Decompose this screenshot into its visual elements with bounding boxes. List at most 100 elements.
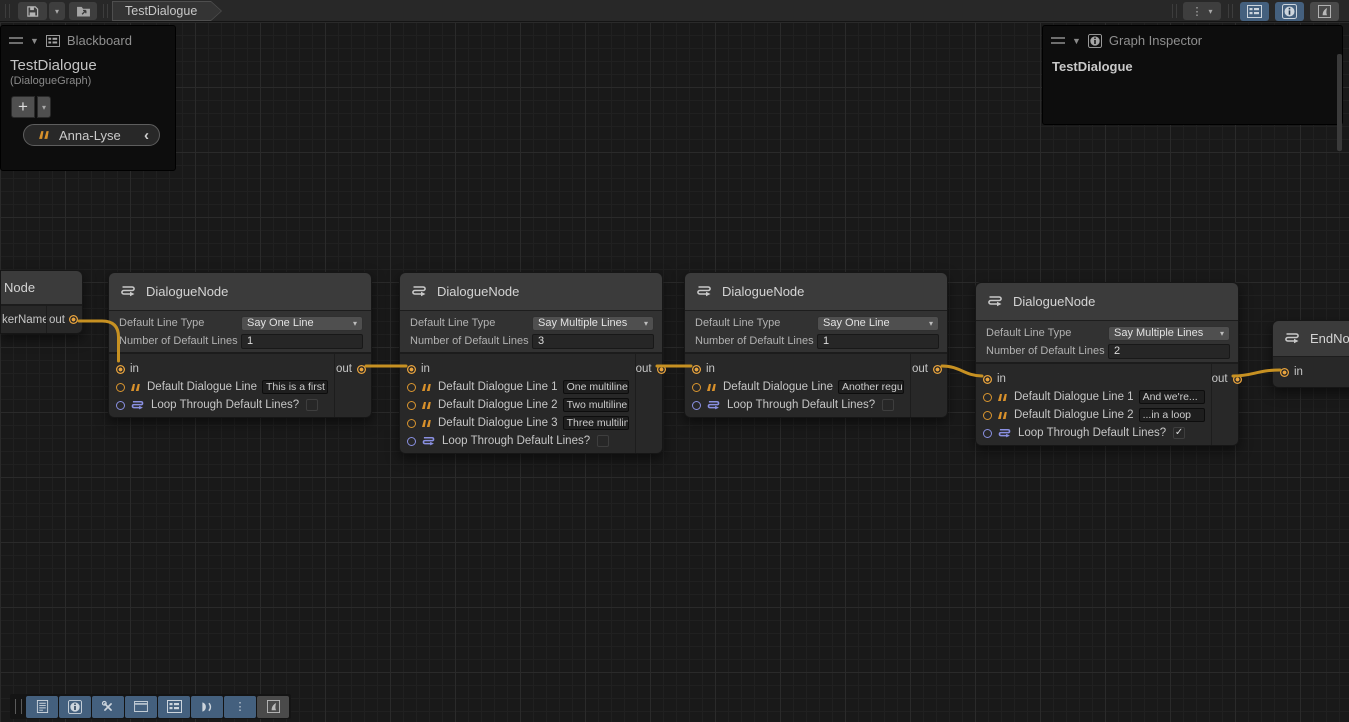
drag-handle-icon[interactable] bbox=[1051, 37, 1065, 44]
dialogue-line-field[interactable]: Three multilin bbox=[563, 416, 629, 430]
num-lines-field[interactable]: 2 bbox=[1108, 344, 1230, 359]
toolbar-divider bbox=[103, 4, 108, 18]
toolbar-drag-handle[interactable] bbox=[15, 699, 22, 714]
dialogue-node-3[interactable]: DialogueNode Default Line Type Say One L… bbox=[684, 272, 948, 418]
dialogue-line-label: Default Dialogue Line 3 bbox=[438, 417, 558, 429]
speaker-name-node[interactable]: Node kerName out bbox=[0, 270, 83, 334]
dialogue-line-label: Default Dialogue Line 2 bbox=[1014, 409, 1134, 421]
node-title-bar[interactable]: DialogueNode bbox=[685, 273, 947, 311]
node-title-bar[interactable]: DialogueNode bbox=[976, 283, 1238, 321]
open-asset-button[interactable] bbox=[69, 2, 97, 20]
line-type-dropdown[interactable]: Say One Line ▾ bbox=[241, 316, 363, 331]
blackboard-panel[interactable]: ▼ Blackboard TestDialogue (DialogueGraph… bbox=[0, 25, 176, 171]
graph-tab[interactable]: TestDialogue bbox=[112, 1, 222, 21]
kebab-icon: ⋮ bbox=[1191, 5, 1202, 18]
inspector-graph-name: TestDialogue bbox=[1043, 53, 1342, 80]
add-property-button[interactable]: + bbox=[11, 96, 35, 118]
dialogue-line-field[interactable]: Another regu bbox=[838, 380, 904, 394]
out-port[interactable] bbox=[933, 365, 942, 374]
loop-checkbox[interactable] bbox=[882, 399, 894, 411]
loop-label: Loop Through Default Lines? bbox=[151, 399, 299, 411]
dialogue-line-field[interactable]: ...in a loop bbox=[1139, 408, 1205, 422]
num-lines-field[interactable]: 1 bbox=[241, 334, 363, 349]
line-type-dropdown[interactable]: Say Multiple Lines ▾ bbox=[1108, 326, 1230, 341]
add-property-options-button[interactable]: ▾ bbox=[37, 96, 51, 118]
dialogue-line-field[interactable]: One multiline bbox=[563, 380, 629, 394]
node-title-bar[interactable]: DialogueNode bbox=[109, 273, 371, 311]
dialogue-node-1[interactable]: DialogueNode Default Line Type Say One L… bbox=[108, 272, 372, 418]
toggle-blackboard-button[interactable] bbox=[158, 696, 190, 718]
in-port[interactable] bbox=[407, 365, 416, 374]
collapse-icon[interactable]: ‹ bbox=[144, 127, 149, 144]
end-node[interactable]: EndNode in bbox=[1272, 320, 1349, 388]
dialogue-line-port[interactable] bbox=[983, 411, 992, 420]
dialogue-line-field[interactable]: Two multiline bbox=[563, 398, 629, 412]
graph-inspector-panel[interactable]: ▼ Graph Inspector TestDialogue bbox=[1042, 25, 1343, 125]
dialogue-node-4[interactable]: DialogueNode Default Line Type Say Multi… bbox=[975, 282, 1239, 446]
inspector-title: Graph Inspector bbox=[1109, 33, 1202, 48]
dialogue-line-field[interactable]: And we're... bbox=[1139, 390, 1205, 404]
exposed-property-anna-lyse[interactable]: Anna-Lyse ‹ bbox=[23, 124, 160, 146]
toolbar-divider bbox=[5, 4, 10, 18]
toggle-minimap-button[interactable] bbox=[257, 696, 289, 718]
dialogue-line-port[interactable] bbox=[407, 419, 416, 428]
out-port[interactable] bbox=[357, 365, 366, 374]
node-title-bar[interactable]: EndNode bbox=[1273, 321, 1349, 357]
loop-port[interactable] bbox=[983, 429, 992, 438]
out-port-label: out bbox=[912, 363, 928, 375]
window-icon bbox=[134, 701, 148, 712]
overflow-menu-button[interactable]: ⋮ ▾ bbox=[1183, 2, 1221, 20]
dialogue-line-port[interactable] bbox=[407, 383, 416, 392]
loop-port[interactable] bbox=[692, 401, 701, 410]
loop-checkbox[interactable] bbox=[597, 435, 609, 447]
loop-label: Loop Through Default Lines? bbox=[727, 399, 875, 411]
dialogue-line-port[interactable] bbox=[407, 401, 416, 410]
chevron-down-icon: ▾ bbox=[42, 103, 46, 112]
line-type-dropdown[interactable]: Say Multiple Lines ▾ bbox=[532, 316, 654, 331]
toggle-info-button[interactable] bbox=[59, 696, 91, 718]
node-title-bar[interactable]: DialogueNode bbox=[400, 273, 662, 311]
line-type-label: Default Line Type bbox=[410, 317, 532, 329]
blackboard-icon bbox=[1247, 5, 1262, 18]
dialogue-line-port[interactable] bbox=[983, 393, 992, 402]
toggle-dialogue-preview-button[interactable] bbox=[191, 696, 223, 718]
line-type-dropdown[interactable]: Say One Line ▾ bbox=[817, 316, 939, 331]
foldout-arrow-icon[interactable]: ▼ bbox=[30, 36, 39, 46]
in-port[interactable] bbox=[116, 365, 125, 374]
toggle-blackboard-button[interactable] bbox=[1240, 2, 1269, 21]
in-port[interactable] bbox=[983, 375, 992, 384]
blackboard-icon bbox=[46, 35, 60, 47]
inspector-scrollbar[interactable] bbox=[1337, 54, 1342, 151]
line-type-label: Default Line Type bbox=[119, 317, 241, 329]
num-lines-field[interactable]: 3 bbox=[532, 334, 654, 349]
chevron-down-icon: ▾ bbox=[1220, 329, 1224, 338]
loop-port[interactable] bbox=[407, 437, 416, 446]
in-port[interactable] bbox=[1280, 368, 1289, 377]
dialogue-line-field[interactable]: This is a first bbox=[262, 380, 328, 394]
save-icon bbox=[26, 5, 39, 18]
out-port[interactable] bbox=[1233, 375, 1242, 384]
dialogue-line-port[interactable] bbox=[692, 383, 701, 392]
loop-checkbox[interactable]: ✓ bbox=[1173, 427, 1185, 439]
save-options-button[interactable]: ▾ bbox=[49, 2, 65, 20]
toggle-tools-button[interactable] bbox=[92, 696, 124, 718]
num-lines-field[interactable]: 1 bbox=[817, 334, 939, 349]
foldout-arrow-icon[interactable]: ▼ bbox=[1072, 36, 1081, 46]
overflow-menu-button[interactable]: ⋮ bbox=[224, 696, 256, 718]
folder-icon bbox=[76, 5, 91, 17]
loop-checkbox[interactable] bbox=[306, 399, 318, 411]
dialogue-line-port[interactable] bbox=[116, 383, 125, 392]
out-port[interactable] bbox=[657, 365, 666, 374]
save-button[interactable] bbox=[18, 2, 47, 20]
dialogue-node-2[interactable]: DialogueNode Default Line Type Say Multi… bbox=[399, 272, 663, 454]
toggle-script-panel-button[interactable] bbox=[26, 696, 58, 718]
out-port-label: out bbox=[636, 363, 652, 375]
loop-port[interactable] bbox=[116, 401, 125, 410]
dialogue-icon bbox=[986, 295, 1004, 308]
out-port[interactable] bbox=[69, 315, 78, 324]
toggle-window-button[interactable] bbox=[125, 696, 157, 718]
toggle-minimap-button[interactable] bbox=[1310, 2, 1339, 21]
toggle-inspector-button[interactable] bbox=[1275, 2, 1304, 21]
in-port[interactable] bbox=[692, 365, 701, 374]
drag-handle-icon[interactable] bbox=[9, 37, 23, 44]
